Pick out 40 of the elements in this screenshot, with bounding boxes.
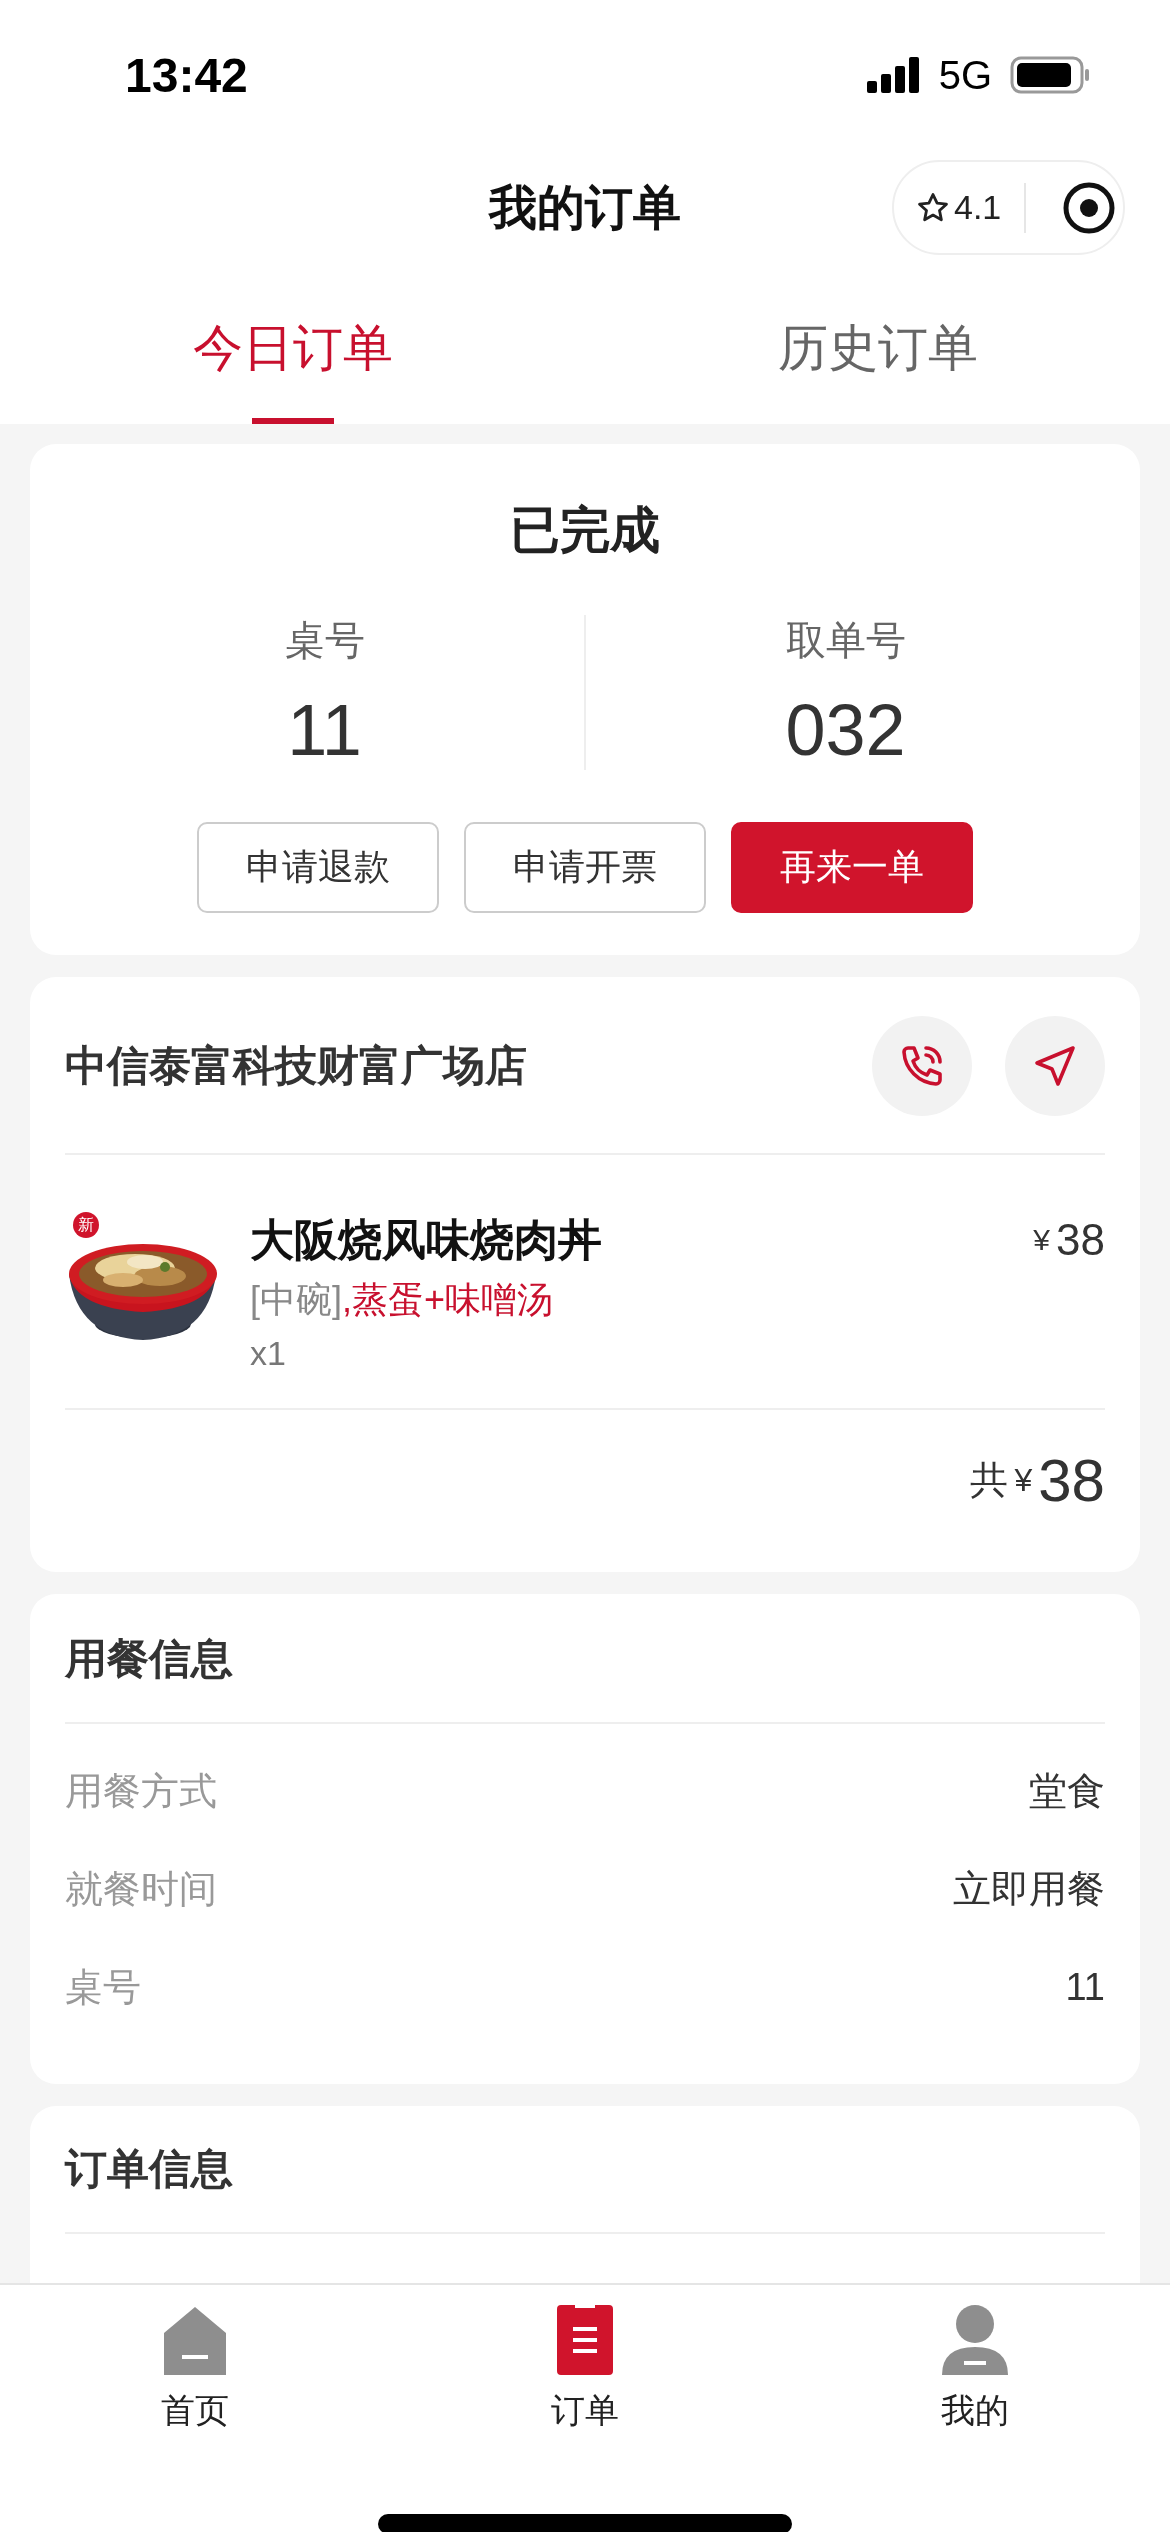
new-label: 新 bbox=[73, 1212, 99, 1238]
currency-symbol: ¥ bbox=[1014, 1461, 1033, 1499]
section-title: 用餐信息 bbox=[65, 1634, 234, 1684]
status-time: 13:42 bbox=[125, 47, 248, 103]
action-button[interactable]: 再来一单 bbox=[731, 822, 973, 913]
field-label: 桌号 bbox=[284, 617, 365, 664]
section-title: 订单信息 bbox=[65, 2144, 234, 2194]
tab[interactable]: 历史订单 bbox=[777, 318, 978, 378]
action-button[interactable]: 申请开票 bbox=[464, 822, 706, 913]
field-value: 11 bbox=[287, 690, 362, 770]
info-value: 11 bbox=[1065, 1965, 1105, 2009]
battery-icon bbox=[1010, 56, 1090, 94]
info-value: 堂食 bbox=[1029, 1768, 1105, 1814]
rating-text: 4.1 bbox=[954, 188, 1002, 227]
tab-bar-item[interactable]: 订单 bbox=[390, 2285, 780, 2434]
store-name: 中信泰富科技财富广场店 bbox=[65, 1041, 528, 1091]
dish-price: 38 bbox=[1056, 1215, 1105, 1265]
signal-icon bbox=[866, 57, 921, 93]
info-value: 立即用餐 bbox=[953, 1866, 1105, 1912]
person-icon bbox=[940, 2305, 1010, 2375]
dish-quantity: x1 bbox=[250, 1333, 287, 1374]
info-label: 用餐方式 bbox=[65, 1768, 217, 1814]
network-label: 5G bbox=[938, 52, 992, 98]
target-icon[interactable] bbox=[1062, 180, 1116, 235]
page-title: 我的订单 bbox=[489, 179, 681, 236]
tab[interactable]: 今日订单 bbox=[192, 318, 393, 378]
total-price: 38 bbox=[1038, 1445, 1105, 1515]
dish-options: [中碗],蒸蛋+味噌汤 bbox=[250, 1275, 1034, 1325]
field-label: 取单号 bbox=[785, 617, 906, 664]
tab-bar-item[interactable]: 我的 bbox=[780, 2285, 1170, 2434]
info-label: 桌号 bbox=[65, 1964, 141, 2010]
field-value: 032 bbox=[785, 690, 906, 770]
clipboard-icon bbox=[557, 2305, 613, 2375]
action-button[interactable]: 申请退款 bbox=[197, 822, 439, 913]
currency-symbol: ¥ bbox=[1033, 1223, 1051, 1257]
tab-bar-item[interactable]: 首页 bbox=[0, 2285, 390, 2434]
dish-name: 大阪烧风味烧肉丼 bbox=[250, 1214, 603, 1266]
info-label: 就餐时间 bbox=[65, 1866, 217, 1912]
order-status: 已完成 bbox=[510, 501, 660, 560]
total-label: 共 bbox=[970, 1457, 1009, 1503]
